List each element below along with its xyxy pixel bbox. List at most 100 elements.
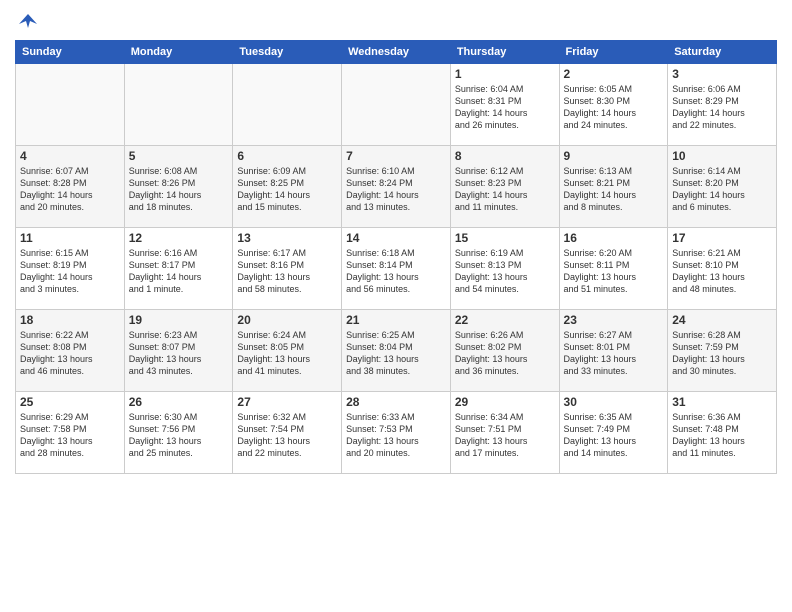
calendar-cell: 22 Sunrise: 6:26 AM Sunset: 8:02 PM Dayli… xyxy=(450,310,559,392)
logo xyxy=(15,10,37,32)
calendar-cell xyxy=(16,64,125,146)
day-info: Sunrise: 6:16 AM Sunset: 8:17 PM Dayligh… xyxy=(129,247,229,296)
weekday-row: SundayMondayTuesdayWednesdayThursdayFrid… xyxy=(16,41,777,64)
day-info: Sunrise: 6:24 AM Sunset: 8:05 PM Dayligh… xyxy=(237,329,337,378)
day-info: Sunrise: 6:27 AM Sunset: 8:01 PM Dayligh… xyxy=(564,329,664,378)
day-info: Sunrise: 6:09 AM Sunset: 8:25 PM Dayligh… xyxy=(237,165,337,214)
day-number: 5 xyxy=(129,149,229,163)
calendar-cell: 28 Sunrise: 6:33 AM Sunset: 7:53 PM Dayli… xyxy=(342,392,451,474)
calendar-cell: 12 Sunrise: 6:16 AM Sunset: 8:17 PM Dayli… xyxy=(124,228,233,310)
weekday-header-friday: Friday xyxy=(559,41,668,64)
calendar-cell xyxy=(233,64,342,146)
day-number: 30 xyxy=(564,395,664,409)
day-info: Sunrise: 6:22 AM Sunset: 8:08 PM Dayligh… xyxy=(20,329,120,378)
day-number: 3 xyxy=(672,67,772,81)
day-number: 23 xyxy=(564,313,664,327)
calendar-cell xyxy=(124,64,233,146)
day-info: Sunrise: 6:19 AM Sunset: 8:13 PM Dayligh… xyxy=(455,247,555,296)
day-info: Sunrise: 6:18 AM Sunset: 8:14 PM Dayligh… xyxy=(346,247,446,296)
page: SundayMondayTuesdayWednesdayThursdayFrid… xyxy=(0,0,792,612)
calendar-cell: 8 Sunrise: 6:12 AM Sunset: 8:23 PM Daylig… xyxy=(450,146,559,228)
weekday-header-wednesday: Wednesday xyxy=(342,41,451,64)
day-number: 2 xyxy=(564,67,664,81)
calendar-cell: 27 Sunrise: 6:32 AM Sunset: 7:54 PM Dayli… xyxy=(233,392,342,474)
day-info: Sunrise: 6:10 AM Sunset: 8:24 PM Dayligh… xyxy=(346,165,446,214)
day-number: 9 xyxy=(564,149,664,163)
calendar-week-row: 18Sunrise: 6:22 AM Sunset: 8:08 PM Dayli… xyxy=(16,310,777,392)
day-info: Sunrise: 6:07 AM Sunset: 8:28 PM Dayligh… xyxy=(20,165,120,214)
day-number: 14 xyxy=(346,231,446,245)
calendar-header: SundayMondayTuesdayWednesdayThursdayFrid… xyxy=(16,41,777,64)
day-info: Sunrise: 6:35 AM Sunset: 7:49 PM Dayligh… xyxy=(564,411,664,460)
logo-bird-icon xyxy=(17,10,39,32)
calendar-cell: 31 Sunrise: 6:36 AM Sunset: 7:48 PM Dayli… xyxy=(668,392,777,474)
day-number: 6 xyxy=(237,149,337,163)
day-info: Sunrise: 6:30 AM Sunset: 7:56 PM Dayligh… xyxy=(129,411,229,460)
day-number: 29 xyxy=(455,395,555,409)
day-number: 25 xyxy=(20,395,120,409)
day-info: Sunrise: 6:33 AM Sunset: 7:53 PM Dayligh… xyxy=(346,411,446,460)
day-number: 1 xyxy=(455,67,555,81)
calendar-cell: 26 Sunrise: 6:30 AM Sunset: 7:56 PM Dayli… xyxy=(124,392,233,474)
calendar-cell: 18Sunrise: 6:22 AM Sunset: 8:08 PM Dayli… xyxy=(16,310,125,392)
day-number: 17 xyxy=(672,231,772,245)
calendar-cell: 10 Sunrise: 6:14 AM Sunset: 8:20 PM Dayli… xyxy=(668,146,777,228)
day-info: Sunrise: 6:20 AM Sunset: 8:11 PM Dayligh… xyxy=(564,247,664,296)
calendar-week-row: 4Sunrise: 6:07 AM Sunset: 8:28 PM Daylig… xyxy=(16,146,777,228)
calendar-week-row: 25 Sunrise: 6:29 AM Sunset: 7:58 PM Dayli… xyxy=(16,392,777,474)
calendar-body: 1 Sunrise: 6:04 AM Sunset: 8:31 PM Daylig… xyxy=(16,64,777,474)
day-number: 13 xyxy=(237,231,337,245)
calendar-cell: 23 Sunrise: 6:27 AM Sunset: 8:01 PM Dayli… xyxy=(559,310,668,392)
weekday-header-saturday: Saturday xyxy=(668,41,777,64)
day-number: 31 xyxy=(672,395,772,409)
calendar-week-row: 11Sunrise: 6:15 AM Sunset: 8:19 PM Dayli… xyxy=(16,228,777,310)
day-info: Sunrise: 6:29 AM Sunset: 7:58 PM Dayligh… xyxy=(20,411,120,460)
day-number: 21 xyxy=(346,313,446,327)
day-number: 19 xyxy=(129,313,229,327)
day-number: 28 xyxy=(346,395,446,409)
calendar-cell: 21 Sunrise: 6:25 AM Sunset: 8:04 PM Dayli… xyxy=(342,310,451,392)
calendar-cell: 1 Sunrise: 6:04 AM Sunset: 8:31 PM Daylig… xyxy=(450,64,559,146)
header xyxy=(15,10,777,32)
calendar-cell: 5 Sunrise: 6:08 AM Sunset: 8:26 PM Daylig… xyxy=(124,146,233,228)
day-number: 8 xyxy=(455,149,555,163)
weekday-header-sunday: Sunday xyxy=(16,41,125,64)
day-info: Sunrise: 6:04 AM Sunset: 8:31 PM Dayligh… xyxy=(455,83,555,132)
day-info: Sunrise: 6:17 AM Sunset: 8:16 PM Dayligh… xyxy=(237,247,337,296)
day-number: 22 xyxy=(455,313,555,327)
day-info: Sunrise: 6:25 AM Sunset: 8:04 PM Dayligh… xyxy=(346,329,446,378)
calendar-cell: 11Sunrise: 6:15 AM Sunset: 8:19 PM Dayli… xyxy=(16,228,125,310)
calendar-week-row: 1 Sunrise: 6:04 AM Sunset: 8:31 PM Daylig… xyxy=(16,64,777,146)
day-info: Sunrise: 6:14 AM Sunset: 8:20 PM Dayligh… xyxy=(672,165,772,214)
calendar-cell: 2Sunrise: 6:05 AM Sunset: 8:30 PM Daylig… xyxy=(559,64,668,146)
calendar-cell: 17Sunrise: 6:21 AM Sunset: 8:10 PM Dayli… xyxy=(668,228,777,310)
day-info: Sunrise: 6:12 AM Sunset: 8:23 PM Dayligh… xyxy=(455,165,555,214)
day-info: Sunrise: 6:34 AM Sunset: 7:51 PM Dayligh… xyxy=(455,411,555,460)
calendar-cell: 4Sunrise: 6:07 AM Sunset: 8:28 PM Daylig… xyxy=(16,146,125,228)
day-info: Sunrise: 6:36 AM Sunset: 7:48 PM Dayligh… xyxy=(672,411,772,460)
day-number: 10 xyxy=(672,149,772,163)
day-info: Sunrise: 6:13 AM Sunset: 8:21 PM Dayligh… xyxy=(564,165,664,214)
weekday-header-monday: Monday xyxy=(124,41,233,64)
day-info: Sunrise: 6:26 AM Sunset: 8:02 PM Dayligh… xyxy=(455,329,555,378)
calendar-cell xyxy=(342,64,451,146)
day-number: 26 xyxy=(129,395,229,409)
day-number: 12 xyxy=(129,231,229,245)
calendar-cell: 6 Sunrise: 6:09 AM Sunset: 8:25 PM Daylig… xyxy=(233,146,342,228)
weekday-header-tuesday: Tuesday xyxy=(233,41,342,64)
day-info: Sunrise: 6:32 AM Sunset: 7:54 PM Dayligh… xyxy=(237,411,337,460)
day-number: 15 xyxy=(455,231,555,245)
calendar-cell: 30 Sunrise: 6:35 AM Sunset: 7:49 PM Dayli… xyxy=(559,392,668,474)
day-info: Sunrise: 6:08 AM Sunset: 8:26 PM Dayligh… xyxy=(129,165,229,214)
calendar-cell: 9 Sunrise: 6:13 AM Sunset: 8:21 PM Daylig… xyxy=(559,146,668,228)
calendar-cell: 16Sunrise: 6:20 AM Sunset: 8:11 PM Dayli… xyxy=(559,228,668,310)
calendar-cell: 20 Sunrise: 6:24 AM Sunset: 8:05 PM Dayli… xyxy=(233,310,342,392)
weekday-header-thursday: Thursday xyxy=(450,41,559,64)
calendar-cell: 25 Sunrise: 6:29 AM Sunset: 7:58 PM Dayli… xyxy=(16,392,125,474)
day-number: 11 xyxy=(20,231,120,245)
calendar-cell: 24Sunrise: 6:28 AM Sunset: 7:59 PM Dayli… xyxy=(668,310,777,392)
day-number: 20 xyxy=(237,313,337,327)
day-number: 24 xyxy=(672,313,772,327)
day-number: 27 xyxy=(237,395,337,409)
calendar-cell: 14 Sunrise: 6:18 AM Sunset: 8:14 PM Dayli… xyxy=(342,228,451,310)
